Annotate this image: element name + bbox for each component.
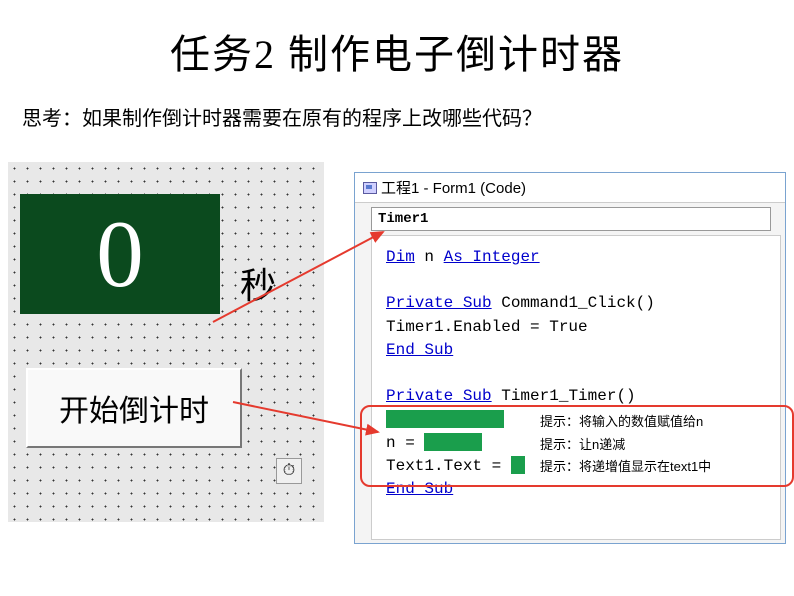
code-line-end1: End Sub (386, 339, 774, 362)
countdown-display: 0 (20, 194, 220, 314)
code-line-dim: Dim n As Integer (386, 246, 774, 269)
redacted-block-2 (424, 433, 482, 451)
seconds-label: 秒 (240, 257, 276, 309)
code-window: 工程1 - Form1 (Code) Timer1 Dim n As Integ… (354, 172, 786, 544)
redacted-block-1 (386, 410, 504, 428)
code-line-end2: End Sub (386, 478, 774, 501)
object-dropdown[interactable]: Timer1 (371, 207, 771, 231)
start-countdown-button[interactable]: 开始倒计时 (26, 368, 242, 448)
code-window-title: 工程1 - Form1 (Code) (355, 173, 785, 203)
timer-control-icon[interactable]: ⏱ (276, 458, 302, 484)
code-window-title-text: 工程1 - Form1 (Code) (381, 177, 526, 198)
hint-3: 提示：将递增值显示在text1中 (540, 456, 794, 475)
display-value: 0 (96, 207, 144, 302)
hint-2: 提示：让n递减 (540, 434, 625, 453)
hint-1: 提示：将输入的数值赋值给n (540, 411, 703, 430)
slide-title: 任务2 制作电子倒计时器 (0, 0, 794, 80)
vb-form-designer: 0 秒 开始倒计时 ⏱ (8, 162, 324, 522)
code-line-enable: Timer1.Enabled = True (386, 316, 774, 339)
question-text: 思考：如果制作倒计时器需要在原有的程序上改哪些代码？ (0, 80, 794, 131)
code-line-sub2: Private Sub Timer1_Timer() (386, 385, 774, 408)
workspace: 0 秒 开始倒计时 ⏱ 工程1 - Form1 (Code) Timer1 Di… (8, 162, 792, 550)
redacted-block-3 (511, 456, 525, 474)
vb-project-icon (363, 182, 377, 194)
code-line-sub1: Private Sub Command1_Click() (386, 292, 774, 315)
code-body: Dim n As Integer Private Sub Command1_Cl… (371, 235, 781, 540)
